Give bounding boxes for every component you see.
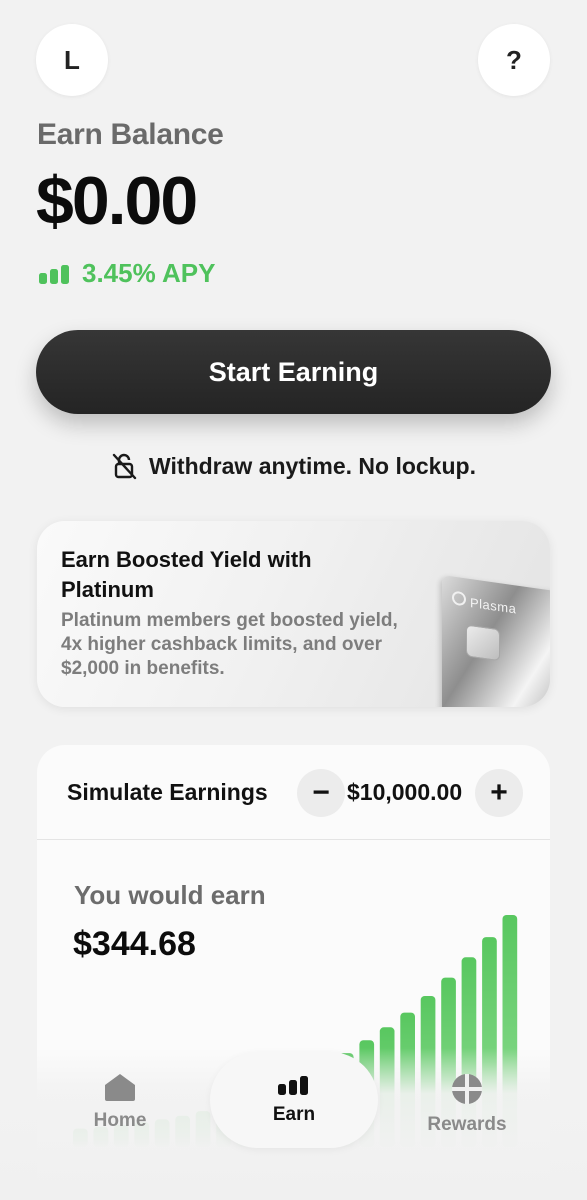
tab-earn-label: Earn — [272, 1104, 316, 1125]
start-earning-label: Start Earning — [208, 356, 379, 387]
card-brand: Plasma — [470, 594, 517, 617]
tab-home[interactable]: Home — [60, 1072, 180, 1132]
tab-earn[interactable]: Earn — [210, 1052, 378, 1148]
balance-amount: $0.00 — [36, 163, 198, 239]
card-logo-icon — [452, 590, 466, 607]
help-icon: ? — [506, 44, 522, 75]
bottom-tab-bar: Home Earn Rewards — [0, 1048, 587, 1200]
apy-label: 3.45% APY — [82, 258, 216, 288]
tab-rewards-label: Rewards — [427, 1114, 507, 1135]
help-button[interactable]: ? — [478, 24, 550, 96]
home-icon — [105, 1074, 135, 1101]
tab-rewards[interactable]: Rewards — [407, 1072, 527, 1136]
promo-description: Platinum members get boosted yield, 4x h… — [61, 610, 398, 679]
increase-amount-button[interactable]: + — [475, 769, 523, 817]
signal-bars-icon — [39, 264, 69, 284]
card-chip-icon — [466, 624, 500, 662]
avatar-letter: L — [64, 44, 80, 75]
minus-icon: − — [312, 776, 330, 809]
plus-icon: + — [490, 776, 508, 809]
platinum-promo-card[interactable]: Earn Boosted Yield with Platinum Platinu… — [37, 521, 550, 707]
platinum-card-image: Plasma — [442, 575, 550, 707]
promo-title: Earn Boosted Yield with Platinum — [61, 547, 312, 602]
avatar-button[interactable]: L — [36, 24, 108, 96]
unlock-icon — [112, 453, 137, 480]
withdraw-note: Withdraw anytime. No lockup. — [0, 452, 587, 480]
start-earning-button[interactable]: Start Earning — [36, 330, 551, 414]
simulated-amount: $10,000.00 — [347, 779, 463, 805]
apy-indicator: 3.45% APY — [38, 258, 215, 289]
rewards-icon — [452, 1074, 482, 1104]
simulator-header: Simulate Earnings − $10,000.00 + — [37, 745, 550, 840]
withdraw-note-text: Withdraw anytime. No lockup. — [149, 452, 476, 479]
decrease-amount-button[interactable]: − — [297, 769, 345, 817]
tab-home-label: Home — [93, 1110, 147, 1131]
simulator-title: Simulate Earnings — [67, 779, 268, 805]
earn-balance-label: Earn Balance — [37, 118, 224, 151]
earn-bars-icon — [278, 1076, 308, 1095]
